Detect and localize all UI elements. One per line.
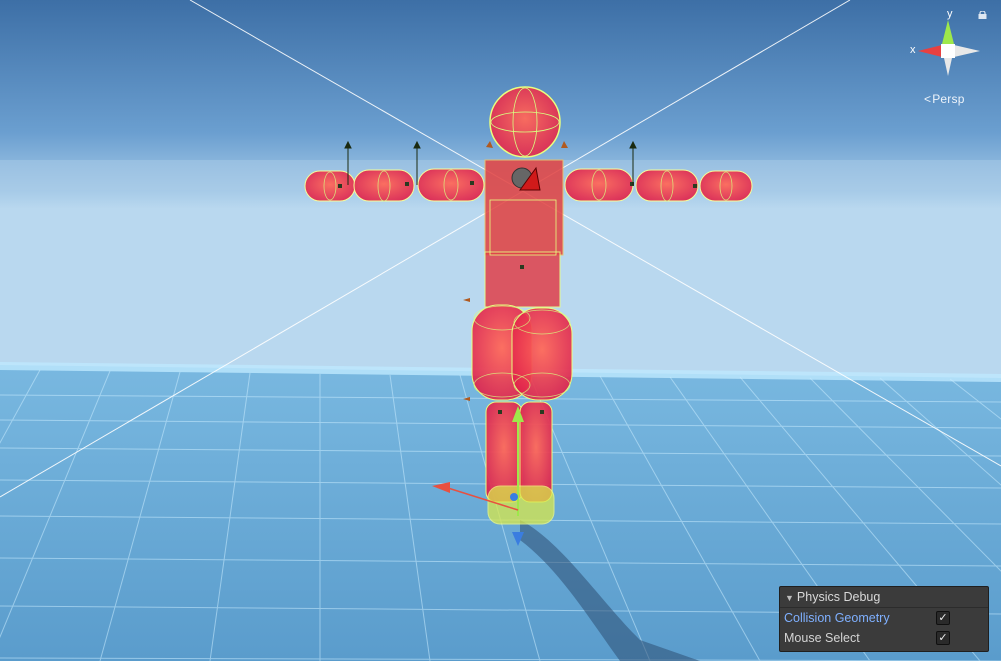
mouse-select-checkbox[interactable]: ✓ (936, 631, 950, 645)
physics-debug-header[interactable]: ▼ Physics Debug (780, 587, 988, 608)
physics-debug-title: Physics Debug (796, 590, 881, 604)
lock-icon[interactable] (978, 11, 987, 19)
projection-label: Persp (932, 92, 965, 106)
axis-y-cone[interactable] (942, 20, 954, 44)
option-label: Mouse Select (784, 631, 860, 645)
scene-viewport[interactable] (0, 0, 1001, 661)
option-label: Collision Geometry (784, 611, 890, 625)
axis-x-cone[interactable] (918, 45, 942, 57)
axis-neg-x-cone[interactable] (954, 45, 980, 57)
rigidbody-icon (511, 166, 541, 191)
axis-y-label: y (947, 8, 953, 20)
collision-geometry-checkbox[interactable]: ✓ (936, 611, 950, 625)
gizmo-center-cube[interactable] (941, 44, 955, 58)
feet-collider (487, 485, 555, 525)
physics-debug-panel: ▼ Physics Debug Collision Geometry ✓ Mous… (779, 586, 989, 652)
hips-collider (484, 251, 561, 308)
projection-toggle[interactable]: <Persp (924, 92, 965, 106)
axis-neg-y-cone[interactable] (944, 58, 952, 76)
head-collider (489, 86, 561, 158)
option-mouse-select[interactable]: Mouse Select ✓ (780, 628, 988, 648)
option-collision-geometry[interactable]: Collision Geometry ✓ (780, 608, 988, 628)
perspective-icon: < (924, 92, 932, 106)
collapse-triangle-icon: ▼ (785, 593, 794, 603)
axis-x-label: x (910, 44, 916, 56)
